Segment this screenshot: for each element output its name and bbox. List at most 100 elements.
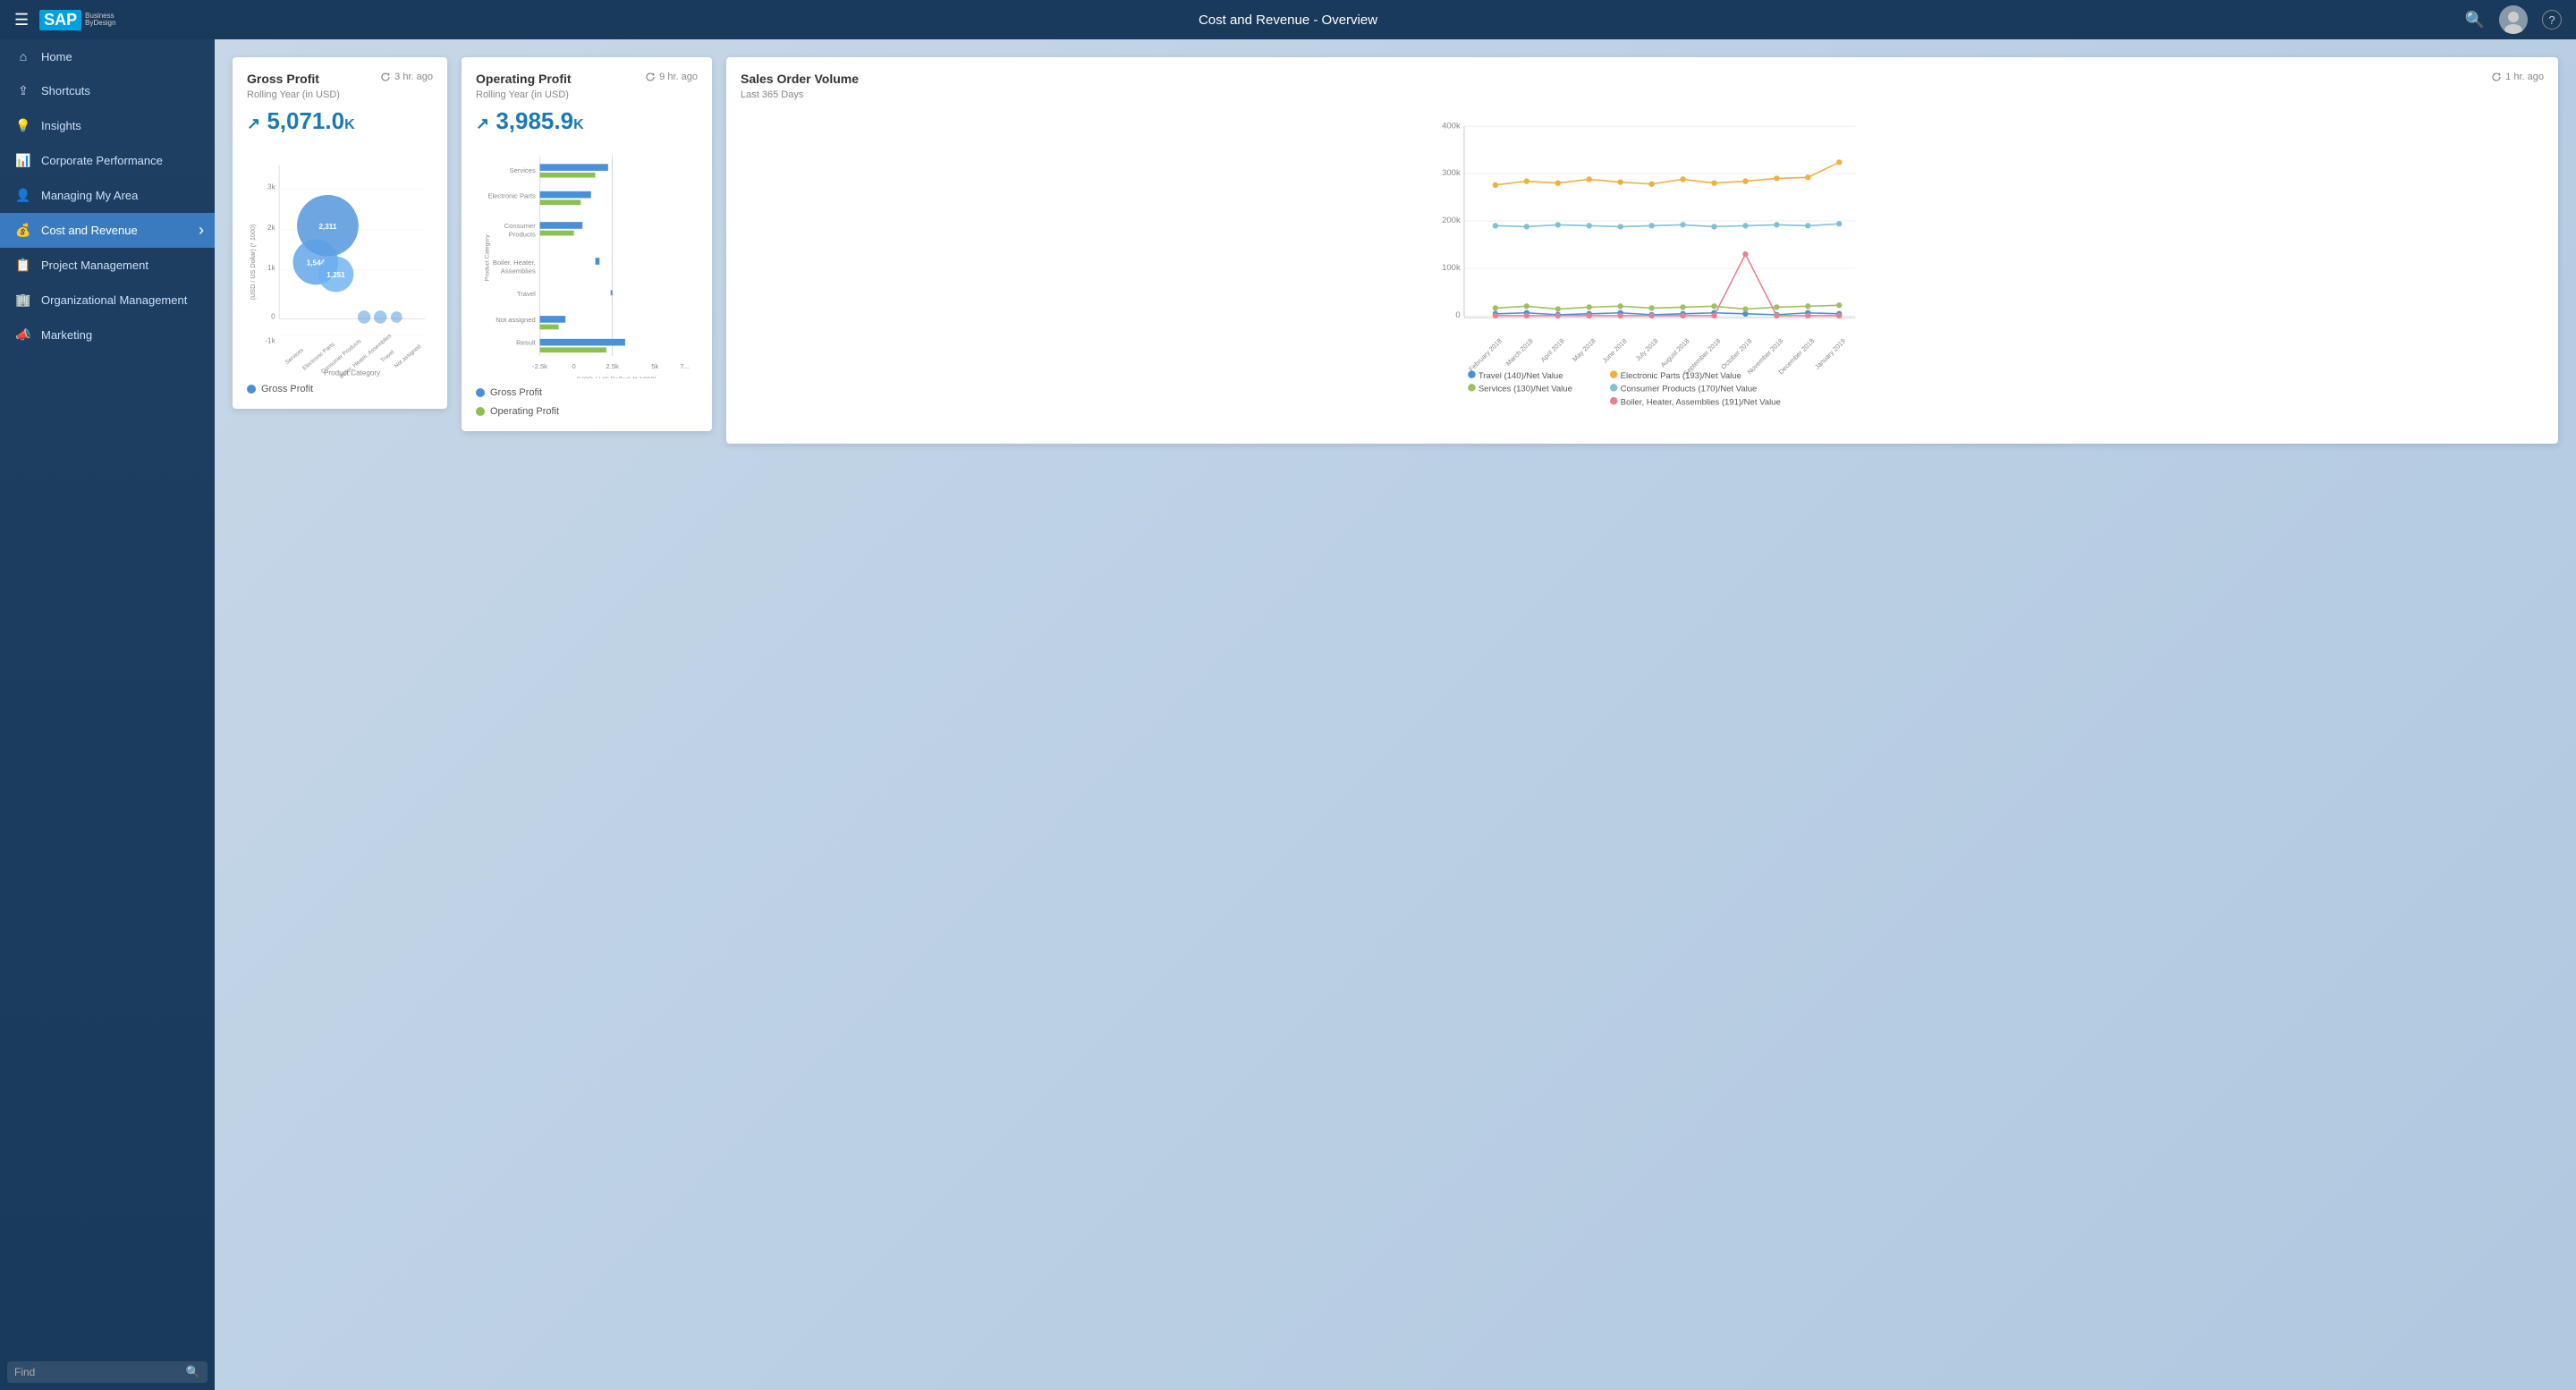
operating-profit-subtitle: Rolling Year (in USD) <box>476 89 698 100</box>
sidebar-search-icon: 🔍 <box>186 1365 200 1379</box>
legend-dot-gross <box>247 385 256 394</box>
legend-label-gross-op: Gross Profit <box>490 387 542 398</box>
svg-text:Services (130)/Net Value: Services (130)/Net Value <box>1479 385 1572 394</box>
bar-services-gross <box>540 164 608 171</box>
legend-dot-op <box>476 407 485 416</box>
svg-text:3k: 3k <box>267 183 276 191</box>
svg-text:April 2018: April 2018 <box>1539 337 1566 364</box>
content-area: Gross Profit 3 hr. ago Rolling Year (in … <box>215 39 2576 1390</box>
nav-label-home: Home <box>41 50 72 64</box>
sap-bydesign: Business ByDesign <box>85 13 115 27</box>
sidebar-item-insights[interactable]: 💡Insights <box>0 108 215 143</box>
header-left: ☰ SAP Business ByDesign <box>14 10 115 30</box>
svg-text:March 2018: March 2018 <box>1504 337 1535 368</box>
svg-text:(USD / US Dollar) (* 1000): (USD / US Dollar) (* 1000) <box>577 376 657 378</box>
sidebar-bottom: 🔍 <box>0 1354 215 1390</box>
nav-label-cost-and-revenue: Cost and Revenue <box>41 224 138 237</box>
bar-electronic-gross <box>540 191 591 199</box>
line-services <box>1496 305 1839 309</box>
svg-text:7...: 7... <box>680 362 690 370</box>
sidebar-item-project-management[interactable]: 📋 Project Management <box>0 248 215 283</box>
sidebar-item-home[interactable]: ⌂ Home <box>0 39 215 73</box>
svg-text:Consumer: Consumer <box>504 222 537 230</box>
sidebar-item-shortcuts[interactable]: ⇪Shortcuts <box>0 73 215 108</box>
top-header: ☰ SAP Business ByDesign Cost and Revenue… <box>0 0 2576 39</box>
svg-text:300k: 300k <box>1442 168 1461 178</box>
operating-profit-value: ↗ 3,985.9K <box>476 107 698 135</box>
svg-text:Services: Services <box>510 166 536 174</box>
bubble-chart: 3k 2k 1k 0 -1k (USD / US Dollar) (* 1000… <box>247 146 433 378</box>
sidebar-item-managing-my-area[interactable]: 👤Managing My Area <box>0 178 215 213</box>
line-chart: 400k 300k 200k 100k 0 <box>741 107 2544 429</box>
gross-profit-legend: Gross Profit <box>247 384 433 394</box>
help-icon[interactable]: ? <box>2542 10 2562 30</box>
gross-profit-value: ↗ 5,071.0K <box>247 107 433 135</box>
legend-label-gross: Gross Profit <box>261 384 313 394</box>
nav-icon-project-management: 📋 <box>14 258 32 273</box>
sales-order-volume-card: Sales Order Volume 1 hr. ago Last 365 Da… <box>726 57 2558 444</box>
sales-order-header: Sales Order Volume 1 hr. ago <box>741 72 2544 86</box>
sidebar-search[interactable]: 🔍 <box>7 1361 208 1383</box>
svg-text:100k: 100k <box>1442 263 1461 273</box>
svg-text:2k: 2k <box>267 224 276 232</box>
bar-consumer-gross <box>540 222 583 229</box>
svg-text:Boiler, Heater,: Boiler, Heater, <box>493 259 536 267</box>
sidebar-item-marketing[interactable]: 📣Marketing <box>0 318 215 352</box>
nav-icon-shortcuts: ⇪ <box>14 83 32 98</box>
bubble-boiler[interactable] <box>358 310 370 323</box>
svg-text:5k: 5k <box>651 362 658 370</box>
svg-text:Not assigned: Not assigned <box>394 343 423 369</box>
svg-text:Boiler, Heater, Assemblies (19: Boiler, Heater, Assemblies (191)/Net Val… <box>1621 397 1781 407</box>
svg-text:Travel (140)/Net Value: Travel (140)/Net Value <box>1479 371 1563 381</box>
nav-label-project-management: Project Management <box>41 259 148 272</box>
main-layout: ⌂ Home ⇪Shortcuts💡Insights📊Corporate Perfo… <box>0 39 2576 1390</box>
bar-consumer-op <box>540 231 574 236</box>
svg-text:July 2018: July 2018 <box>1634 337 1660 363</box>
refresh-icon-sov <box>2491 72 2502 82</box>
nav-label-organizational-management: Organizational Management <box>41 293 187 307</box>
sidebar-item-organizational-management[interactable]: 🏢Organizational Management <box>0 283 215 318</box>
search-icon[interactable]: 🔍 <box>2465 11 2485 30</box>
nav-icon-marketing: 📣 <box>14 327 32 343</box>
sidebar-item-corporate-performance[interactable]: 📊Corporate Performance <box>0 143 215 178</box>
svg-text:June 2018: June 2018 <box>1601 337 1629 365</box>
svg-text:1,251: 1,251 <box>326 271 345 279</box>
gross-profit-header: Gross Profit 3 hr. ago <box>247 72 433 86</box>
legend-dot-gross-op <box>476 388 485 397</box>
bubble-travel[interactable] <box>374 310 386 323</box>
bubble-notassigned[interactable] <box>391 311 402 323</box>
bar-chart-svg: Services Electronic Parts Consumer Produ… <box>476 146 698 378</box>
hamburger-icon[interactable]: ☰ <box>14 11 29 30</box>
svg-text:Consumer Products (170)/Net Va: Consumer Products (170)/Net Value <box>1621 385 1758 394</box>
line-chart-svg: 400k 300k 200k 100k 0 <box>741 107 2544 429</box>
svg-text:May 2018: May 2018 <box>1571 337 1597 363</box>
nav-icon-home: ⌂ <box>14 49 32 64</box>
cards-row: Gross Profit 3 hr. ago Rolling Year (in … <box>233 57 2558 444</box>
svg-text:-2.5k: -2.5k <box>532 362 547 370</box>
svg-text:January 2019: January 2019 <box>1813 337 1847 371</box>
sidebar-item-cost-and-revenue[interactable]: 💰 Cost and Revenue <box>0 213 215 248</box>
line-travel <box>1496 313 1839 315</box>
nav-icon-cost-and-revenue: 💰 <box>14 223 32 238</box>
operating-profit-header: Operating Profit 9 hr. ago <box>476 72 698 86</box>
svg-text:Travel: Travel <box>517 290 536 298</box>
svg-text:Not assigned: Not assigned <box>496 316 536 324</box>
sales-order-title: Sales Order Volume <box>741 72 859 86</box>
sap-bydesign-text: ByDesign <box>85 20 115 27</box>
svg-text:October 2018: October 2018 <box>1719 337 1753 371</box>
svg-text:Travel: Travel <box>379 349 395 364</box>
svg-text:400k: 400k <box>1442 121 1461 131</box>
gross-profit-arrow: ↗ <box>247 114 260 132</box>
svg-text:0: 0 <box>1455 310 1460 320</box>
bar-notassigned-op <box>540 325 559 330</box>
avatar[interactable] <box>2499 5 2528 34</box>
bar-result-op <box>540 347 606 352</box>
svg-text:Result: Result <box>516 339 536 347</box>
bubble-chart-svg: 3k 2k 1k 0 -1k (USD / US Dollar) (* 1000… <box>247 146 433 378</box>
operating-profit-arrow: ↗ <box>476 114 489 132</box>
operating-profit-legend-op: Operating Profit <box>476 406 698 417</box>
nav-label-corporate-performance: Corporate Performance <box>41 154 163 167</box>
sidebar-search-input[interactable] <box>14 1366 181 1378</box>
bar-travel-gross <box>611 290 613 295</box>
header-title: Cost and Revenue - Overview <box>1199 13 1377 28</box>
